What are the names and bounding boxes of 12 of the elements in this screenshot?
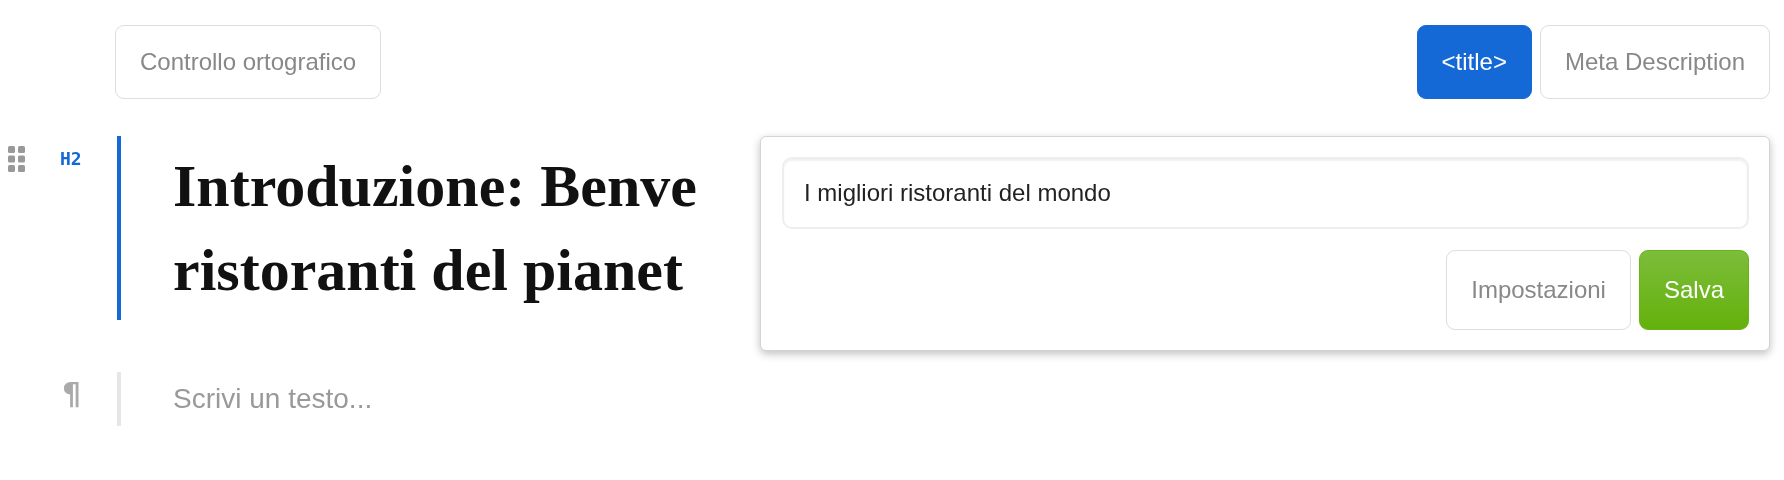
text-placeholder[interactable]: Scrivi un testo... — [173, 372, 373, 426]
tab[interactable]: <title> — [1416, 25, 1532, 99]
heading-level-label[interactable]: H2 — [60, 148, 82, 169]
drag-handle-icon[interactable] — [8, 146, 26, 172]
save-button[interactable]: Salva — [1638, 250, 1749, 330]
title-input-field[interactable]: I migliori ristoranti del mondo — [782, 157, 1749, 229]
heading-text: ristoranti del pianet — [173, 236, 684, 305]
paragraph-marker: ¶ — [62, 376, 82, 411]
settings-button[interactable]: Impostazioni — [1446, 250, 1631, 330]
tab[interactable]: Meta Description — [1539, 25, 1770, 99]
spellcheck-button[interactable]: Controllo ortografico — [115, 25, 382, 99]
heading-text: Introduzione: Benve — [173, 152, 697, 221]
